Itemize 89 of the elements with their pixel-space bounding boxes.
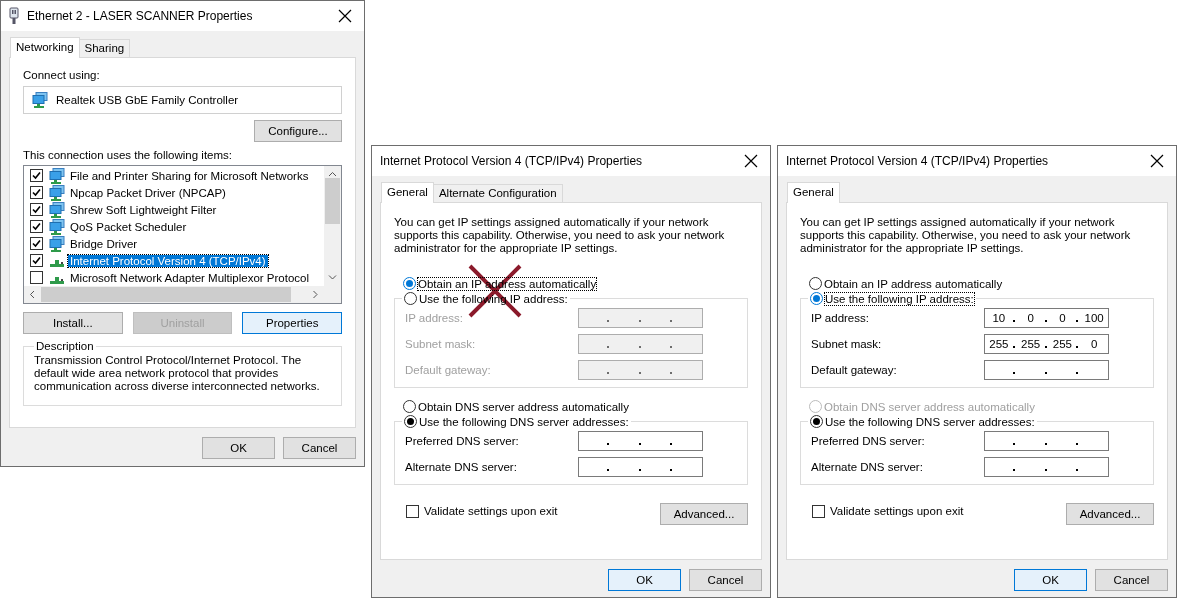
ok-button[interactable]: OK: [1014, 569, 1087, 591]
radio-button[interactable]: [403, 400, 416, 413]
radio-button[interactable]: [404, 292, 417, 305]
tab[interactable]: Sharing: [78, 39, 131, 57]
tab[interactable]: General: [381, 182, 434, 203]
intro-text: You can get IP settings assigned automatically if your network supports this capability. Otherwise, you need to ask your network administrator for the appropriate IP settings.: [800, 216, 1132, 255]
field-label: Subnet mask:: [405, 338, 476, 350]
network-service-icon: [49, 167, 65, 184]
radio-button[interactable]: [810, 292, 823, 305]
ip-address-field[interactable]: [984, 431, 1109, 451]
list-item[interactable]: Npcap Packet Driver (NPCAP): [68, 186, 228, 199]
radio-option[interactable]: Obtain DNS server address automatically: [403, 400, 629, 413]
window-title: Ethernet 2 - LASER SCANNER Properties: [27, 9, 254, 23]
network-protocol-icon: [49, 259, 65, 268]
ip-address-field[interactable]: [578, 431, 703, 451]
network-service-icon: [49, 218, 65, 235]
checkbox[interactable]: [30, 203, 43, 216]
field-label: Alternate DNS server:: [405, 461, 517, 473]
adapter-name: Realtek USB GbE Family Controller: [56, 94, 239, 106]
cancel-button[interactable]: Cancel: [1095, 569, 1168, 591]
field-label: Alternate DNS server:: [811, 461, 923, 473]
checkbox-option[interactable]: Validate settings upon exit: [812, 504, 964, 518]
radio-button[interactable]: [809, 277, 822, 290]
field-label: Default gateway:: [811, 364, 897, 376]
ip-address-field[interactable]: [578, 457, 703, 477]
checkbox[interactable]: [30, 237, 43, 250]
close-icon[interactable]: [1150, 154, 1164, 168]
radio-option[interactable]: Obtain an IP address automatically: [809, 277, 1003, 290]
checkbox[interactable]: [406, 504, 419, 518]
network-service-icon: [49, 184, 65, 201]
scroll-up-icon[interactable]: [328, 172, 337, 177]
ip-address-field[interactable]: 10 0 0 100: [984, 308, 1109, 328]
ok-button[interactable]: OK: [202, 437, 275, 459]
scroll-left-icon[interactable]: [30, 290, 35, 299]
list-item[interactable]: Bridge Driver: [68, 237, 140, 250]
close-icon[interactable]: [338, 9, 352, 23]
radio-option[interactable]: Use the following DNS server addresses:: [810, 415, 1035, 428]
radio-option[interactable]: Use the following DNS server addresses:: [404, 415, 629, 428]
tab[interactable]: Alternate Configuration: [432, 184, 563, 202]
plug-icon: [9, 7, 19, 25]
checkbox[interactable]: [30, 186, 43, 199]
ip-address-field[interactable]: [984, 457, 1109, 477]
field-label: Connect using:: [23, 69, 100, 81]
install-button[interactable]: Install...: [23, 312, 123, 334]
intro-text: You can get IP settings assigned automatically if your network supports this capability. Otherwise, you need to ask your network administrator for the appropriate IP settings.: [394, 216, 726, 255]
ip-address-field[interactable]: [984, 360, 1109, 380]
list-item[interactable]: Internet Protocol Version 4 (TCP/IPv4): [68, 254, 268, 267]
network-protocol-icon: [49, 276, 65, 285]
checkbox-option[interactable]: Validate settings upon exit: [406, 504, 558, 518]
ip-address-field[interactable]: 255 255 255 0: [984, 334, 1109, 354]
field-label: IP address:: [811, 312, 869, 324]
radio-button[interactable]: [404, 415, 417, 428]
network-service-icon: [49, 235, 65, 252]
advanced-button[interactable]: Advanced...: [1066, 503, 1154, 525]
field-label: Default gateway:: [405, 364, 491, 376]
window-title: Internet Protocol Version 4 (TCP/IPv4) Properties: [786, 154, 1050, 168]
advanced-button[interactable]: Advanced...: [660, 503, 748, 525]
network-service-icon: [32, 92, 48, 108]
radio-option[interactable]: Use the following IP address:: [810, 292, 974, 305]
list-item[interactable]: File and Printer Sharing for Microsoft Networks: [68, 169, 311, 182]
horizontal-scrollbar[interactable]: [24, 286, 341, 303]
field-label: IP address:: [405, 312, 463, 324]
checkbox[interactable]: [30, 271, 43, 284]
window-title: Internet Protocol Version 4 (TCP/IPv4) Properties: [380, 154, 644, 168]
group-title: Description: [35, 340, 95, 352]
tab[interactable]: Networking: [10, 37, 80, 58]
properties-button[interactable]: Properties: [242, 312, 342, 334]
tab[interactable]: General: [787, 182, 840, 203]
list-item[interactable]: QoS Packet Scheduler: [68, 220, 189, 233]
checkbox[interactable]: [30, 254, 43, 267]
field-label: Preferred DNS server:: [405, 435, 519, 447]
radio-button[interactable]: [810, 415, 823, 428]
vertical-scrollbar[interactable]: [324, 166, 341, 286]
field-label: This connection uses the following items:: [23, 149, 233, 161]
checkbox[interactable]: [30, 220, 43, 233]
checkbox[interactable]: [812, 504, 825, 518]
field-label: Preferred DNS server:: [811, 435, 925, 447]
cancel-button[interactable]: Cancel: [283, 437, 356, 459]
list-item[interactable]: Shrew Soft Lightweight Filter: [68, 203, 219, 216]
configure-button[interactable]: Configure...: [254, 120, 342, 142]
radio-button[interactable]: [403, 277, 416, 290]
list-item[interactable]: Microsoft Network Adapter Multiplexor Protocol: [68, 271, 312, 284]
field-label: Subnet mask:: [811, 338, 882, 350]
close-icon[interactable]: [744, 154, 758, 168]
description-text: Transmission Control Protocol/Internet Protocol. The default wide area network protocol that provides communication across diverse interconnected networks.: [34, 353, 321, 394]
cancel-button[interactable]: Cancel: [689, 569, 762, 591]
ok-button[interactable]: OK: [608, 569, 681, 591]
checkbox[interactable]: [30, 169, 43, 182]
network-service-icon: [49, 201, 65, 218]
